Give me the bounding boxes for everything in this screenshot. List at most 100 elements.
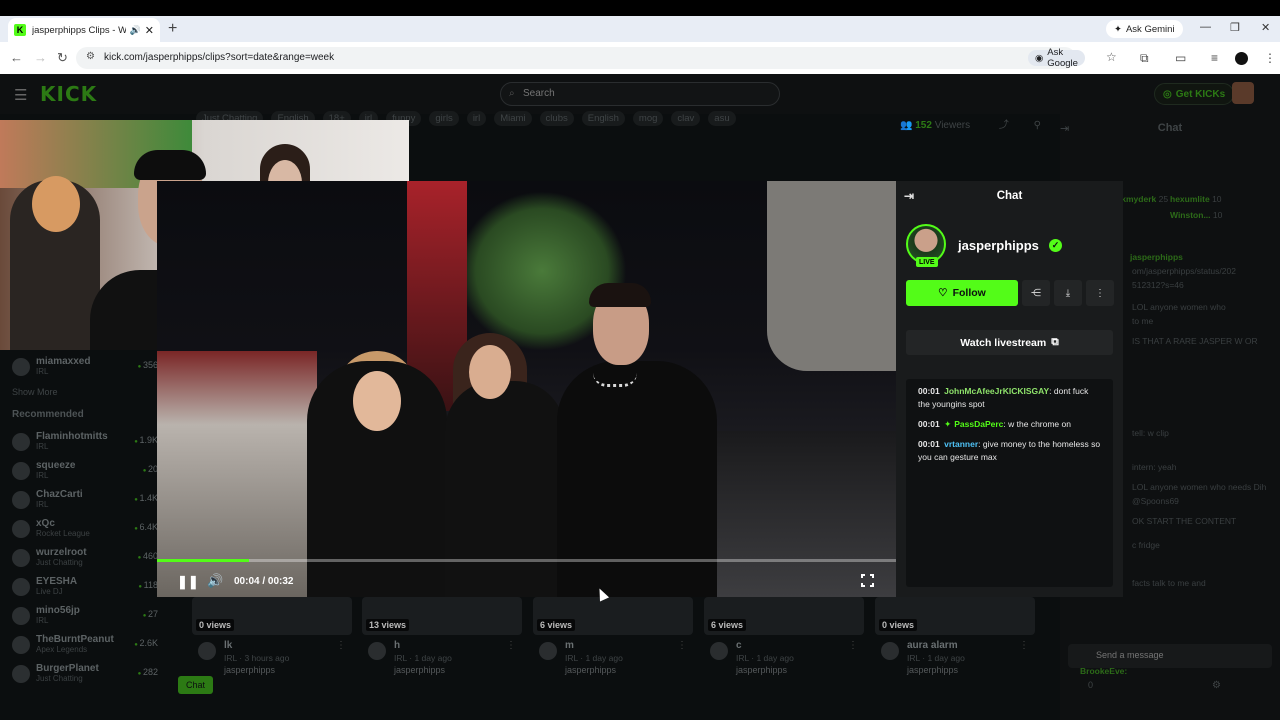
chat-username[interactable]: hexumlite xyxy=(1170,194,1210,204)
sidebar-channel-item[interactable]: FlaminhotmittsIRL 1.9K xyxy=(0,427,160,456)
speaker-icon[interactable]: 🔊 xyxy=(130,25,141,36)
fullscreen-icon[interactable] xyxy=(861,574,874,587)
back-icon[interactable]: ← xyxy=(10,50,23,65)
clip-channel-avatar[interactable] xyxy=(368,642,386,660)
stream-tag[interactable]: clav xyxy=(671,111,701,126)
new-tab-button[interactable]: + xyxy=(168,20,177,38)
sidebar-channel-item[interactable]: mino56jpIRL 27 xyxy=(0,601,160,630)
user-avatar[interactable] xyxy=(1232,82,1254,104)
more-vertical-icon[interactable]: ⋮ xyxy=(677,640,687,651)
streamer-name[interactable]: jasperphipps xyxy=(958,238,1039,253)
close-window-icon[interactable]: ✕ xyxy=(1261,21,1270,34)
forward-icon[interactable]: → xyxy=(34,50,47,65)
message-username[interactable]: vrtanner xyxy=(944,439,978,449)
ask-google-button[interactable]: ◉ Ask Google xyxy=(1028,47,1085,69)
clip-title[interactable]: m xyxy=(565,640,574,651)
sidebar-channel-item[interactable]: EYESHALive DJ 118 xyxy=(0,572,160,601)
stream-tag[interactable]: English xyxy=(581,111,625,126)
url-text[interactable]: kick.com/jasperphipps/clips?sort=date&ra… xyxy=(104,52,334,63)
restore-icon[interactable]: ❐ xyxy=(1230,21,1240,34)
chat-send-box[interactable] xyxy=(1068,644,1272,668)
clip-channel-avatar[interactable] xyxy=(539,642,557,660)
message-username[interactable]: PassDaPerc xyxy=(954,419,1003,429)
more-vertical-icon[interactable]: ⋮ xyxy=(506,640,516,651)
stream-tag[interactable]: girls xyxy=(429,111,459,126)
kick-logo[interactable]: KICK xyxy=(40,82,97,106)
cast-icon[interactable]: ▭ xyxy=(1175,51,1186,65)
clip-card[interactable]: 13 views h IRL · 1 day ago jasperphipps ⋮ xyxy=(362,597,522,680)
clip-video-player[interactable]: ❚❚ 🔊 00:04 / 00:32 xyxy=(157,181,896,597)
more-vertical-icon[interactable]: ⋮ xyxy=(848,640,858,651)
clip-title[interactable]: aura alarm xyxy=(907,640,958,651)
clip-card[interactable]: 6 views c IRL · 1 day ago jasperphipps ⋮ xyxy=(704,597,864,680)
clip-card[interactable]: 0 views lk IRL · 3 hours ago jasperphipps ⋮ xyxy=(192,597,352,680)
clip-title[interactable]: c xyxy=(736,640,742,651)
clip-card[interactable]: 6 views m IRL · 1 day ago jasperphipps ⋮ xyxy=(533,597,693,680)
pause-icon[interactable]: ❚❚ xyxy=(177,574,199,590)
sidebar-channel-item[interactable]: squeezeIRL 20 xyxy=(0,456,160,485)
sidebar-channel-item[interactable]: ChazCartiIRL 1.4K xyxy=(0,485,160,514)
search-box[interactable]: ⌕ xyxy=(500,82,780,106)
clip-channel-name[interactable]: jasperphipps xyxy=(736,665,787,675)
volume-icon[interactable]: 🔊 xyxy=(207,573,223,589)
clip-channel-name[interactable]: jasperphipps xyxy=(565,665,616,675)
clip-thumbnail[interactable]: 6 views xyxy=(704,597,864,635)
ask-gemini-button[interactable]: ✦ Ask Gemini xyxy=(1106,20,1183,38)
clip-thumbnail[interactable]: 0 views xyxy=(875,597,1035,635)
clip-card[interactable]: 0 views aura alarm IRL · 1 day ago jasperph… xyxy=(875,597,1035,680)
stream-tag[interactable]: mog xyxy=(632,111,664,126)
chat-username[interactable]: jasperphipps xyxy=(1130,252,1183,262)
clip-thumbnail[interactable]: 6 views xyxy=(533,597,693,635)
message-username[interactable]: JohnMcAfeeJrKICKISGAY xyxy=(944,386,1049,396)
clip-channel-name[interactable]: jasperphipps xyxy=(224,665,275,675)
share-icon[interactable]: ⤴ xyxy=(999,120,1009,131)
watch-livestream-button[interactable]: Watch livestream ⧉ xyxy=(906,330,1113,355)
stream-tag[interactable]: Miami xyxy=(494,111,532,126)
stream-tag[interactable]: clubs xyxy=(539,111,574,126)
more-vertical-icon[interactable]: ⋮ xyxy=(336,640,346,651)
chat-settings-icon[interactable]: ⚙ xyxy=(1212,680,1221,691)
clip-title[interactable]: h xyxy=(394,640,400,651)
more-menu-icon[interactable]: ⋮ xyxy=(1264,51,1276,65)
sidebar-channel-item[interactable]: xQcRocket League 6.4K xyxy=(0,514,160,543)
hamburger-menu-icon[interactable]: ☰ xyxy=(14,86,27,104)
stream-tag[interactable]: asu xyxy=(708,111,736,126)
chat-message-input[interactable] xyxy=(1096,650,1246,660)
profile-avatar[interactable] xyxy=(1235,52,1248,65)
clip-channel-name[interactable]: jasperphipps xyxy=(394,665,445,675)
get-kicks-button[interactable]: ◎ Get KICKs xyxy=(1154,83,1235,105)
show-more-link[interactable]: Show More xyxy=(0,381,160,403)
channel-text: EYESHA Live DJ xyxy=(36,576,77,597)
sidebar-channel-item[interactable]: TheBurntPeanutApex Legends 2.6K xyxy=(0,630,160,659)
sidebar-channel-item[interactable]: miamaxxedIRL 356 xyxy=(0,352,160,381)
more-options-button[interactable]: ⋮ xyxy=(1086,280,1114,306)
clip-channel-avatar[interactable] xyxy=(198,642,216,660)
follow-button[interactable]: ♡ Follow xyxy=(906,280,1018,306)
address-bar[interactable]: ⚙ kick.com/jasperphipps/clips?sort=date&… xyxy=(76,47,1117,69)
media-icon[interactable]: ≡ xyxy=(1211,51,1218,65)
download-button[interactable]: ⤓ xyxy=(1054,280,1082,306)
more-vertical-icon[interactable]: ⋮ xyxy=(1019,640,1029,651)
extensions-icon[interactable]: ⧉ xyxy=(1140,51,1149,66)
close-tab-icon[interactable]: ✕ xyxy=(145,24,154,37)
reload-icon[interactable]: ↻ xyxy=(57,50,68,66)
clip-thumbnail[interactable]: 13 views xyxy=(362,597,522,635)
minimize-icon[interactable]: — xyxy=(1200,21,1211,33)
site-info-icon[interactable]: ⚙ xyxy=(86,51,95,62)
clip-thumbnail[interactable]: 0 views xyxy=(192,597,352,635)
sidebar-channel-item[interactable]: BurgerPlanetJust Chatting 282 xyxy=(0,659,160,688)
sidebar-channel-item[interactable]: wurzelrootJust Chatting 460 xyxy=(0,543,160,572)
collapse-panel-icon[interactable]: ⇥ xyxy=(904,189,914,203)
seek-bar[interactable] xyxy=(157,559,896,562)
clip-channel-avatar[interactable] xyxy=(710,642,728,660)
share-button[interactable]: ⋲ xyxy=(1022,280,1050,306)
user-plus-icon[interactable]: ⚲ xyxy=(1034,120,1041,131)
search-input[interactable] xyxy=(523,88,763,99)
chat-username[interactable]: Winston... xyxy=(1170,210,1211,220)
bookmark-star-icon[interactable]: ☆ xyxy=(1106,50,1117,64)
stream-tag[interactable]: irl xyxy=(466,111,487,126)
clip-channel-avatar[interactable] xyxy=(881,642,899,660)
clip-title[interactable]: lk xyxy=(224,640,232,651)
clip-channel-name[interactable]: jasperphipps xyxy=(907,665,958,675)
browser-tab[interactable]: K jasperphipps Clips - Watch 🔊 ✕ xyxy=(8,18,160,42)
